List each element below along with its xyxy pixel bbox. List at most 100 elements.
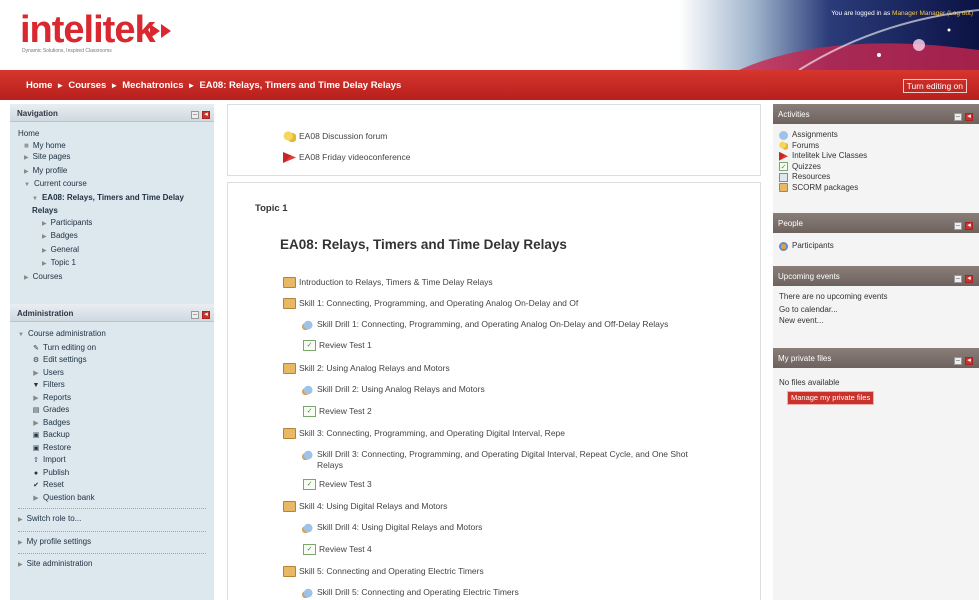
course-administration[interactable]: Course administration [28,329,106,338]
admin-restore[interactable]: Restore [43,443,71,452]
admin-filters[interactable]: Filters [43,380,65,389]
collapse-arrow-icon[interactable]: ▼ [18,332,24,338]
my-profile-settings[interactable]: My profile settings [27,537,91,546]
collapse-icon[interactable]: – [954,222,962,230]
activity-resources[interactable]: Resources [792,172,830,183]
dock-icon[interactable]: ◂ [202,111,210,119]
activity-assignments[interactable]: Assignments [792,130,838,141]
dock-icon[interactable]: ◂ [965,274,973,283]
nav-home[interactable]: Home [18,128,206,140]
activity-link[interactable]: Review Test 1 [319,340,372,350]
collapse-icon[interactable]: – [191,311,199,319]
activity-link[interactable]: Skill Drill 3: Connecting, Programming, … [317,449,701,471]
breadcrumb-home[interactable]: Home [26,80,52,91]
activity-link[interactable]: Review Test 4 [319,544,372,554]
video-link[interactable]: EA08 Friday videoconference [299,152,411,162]
activity-link[interactable]: Skill 5: Connecting and Operating Electr… [299,566,484,576]
activity-link[interactable]: Skill Drill 5: Connecting and Operating … [317,587,519,597]
admin-turn-editing-on[interactable]: Turn editing on [43,343,96,352]
nav-my-home[interactable]: My home [33,141,66,150]
admin-edit-settings[interactable]: Edit settings [43,355,87,364]
collapse-arrow-icon[interactable]: ▼ [32,196,38,202]
admin-backup[interactable]: Backup [43,430,70,439]
activity-link[interactable]: Skill Drill 2: Using Analog Relays and M… [317,384,485,394]
activity-item[interactable]: Skill Drill 3: Connecting, Programming, … [301,449,701,471]
user-link[interactable]: Manager Manager [892,10,945,17]
expand-arrow-icon[interactable]: ▶ [18,562,23,568]
expand-arrow-icon[interactable]: ▶ [24,169,29,175]
dock-icon[interactable]: ◂ [965,222,973,230]
expand-arrow-icon[interactable]: ▶ [24,275,29,281]
activity-scorm[interactable]: SCORM packages [792,183,858,194]
dock-icon[interactable]: ◂ [965,113,973,121]
activity-link[interactable]: Skill 4: Using Digital Relays and Motors [299,501,447,511]
activity-item[interactable]: Skill 1: Connecting, Programming, and Op… [283,298,578,309]
activity-item[interactable]: Skill 4: Using Digital Relays and Motors [283,501,447,512]
activity-item[interactable]: Review Test 1 [303,340,372,351]
activity-item[interactable]: Introduction to Relays, Timers & Time De… [283,277,493,288]
activity-link[interactable]: Skill Drill 4: Using Digital Relays and … [317,522,482,532]
activity-item[interactable]: Review Test 3 [303,479,372,490]
activity-link[interactable]: Skill 2: Using Analog Relays and Motors [299,363,450,373]
admin-badges[interactable]: Badges [43,418,70,427]
admin-import[interactable]: Import [43,455,66,464]
nav-site-pages[interactable]: Site pages [33,152,71,161]
admin-grades[interactable]: Grades [43,405,69,414]
activity-link[interactable]: Introduction to Relays, Timers & Time De… [299,277,493,287]
activity-item[interactable]: Skill 5: Connecting and Operating Electr… [283,566,484,577]
activity-link[interactable]: Skill 3: Connecting, Programming, and Op… [299,428,565,438]
activity-item[interactable]: Skill Drill 4: Using Digital Relays and … [301,522,482,533]
expand-arrow-icon[interactable]: ▶ [18,517,23,523]
expand-arrow-icon[interactable]: ▶ [32,368,40,380]
nav-my-profile[interactable]: My profile [33,166,68,175]
expand-arrow-icon[interactable]: ▶ [32,418,40,430]
breadcrumb-courses[interactable]: Courses [68,80,106,91]
nav-current-course[interactable]: Current course [34,179,87,188]
people-participants[interactable]: Participants [792,241,834,252]
expand-arrow-icon[interactable]: ▶ [32,493,40,505]
activity-item[interactable]: Skill Drill 1: Connecting, Programming, … [301,319,721,330]
site-administration[interactable]: Site administration [27,559,93,568]
site-logo[interactable]: intelitek Dynamic Solutions, Inspired Cl… [20,10,171,54]
dock-icon[interactable]: ◂ [202,311,210,319]
activity-item[interactable]: Skill Drill 2: Using Analog Relays and M… [301,384,485,395]
expand-arrow-icon[interactable]: ▶ [42,248,47,254]
switch-role[interactable]: Switch role to... [27,514,82,523]
collapse-icon[interactable]: – [954,113,962,121]
activity-link[interactable]: Skill Drill 1: Connecting, Programming, … [317,319,668,329]
video-activity[interactable]: EA08 Friday videoconference [283,152,411,163]
activity-item[interactable]: Skill 3: Connecting, Programming, and Op… [283,428,565,439]
expand-arrow-icon[interactable]: ▶ [42,234,47,240]
activity-link[interactable]: Review Test 2 [319,406,372,416]
activity-item[interactable]: Review Test 4 [303,544,372,555]
nav-course[interactable]: EA08: Relays, Timers and Time Delay Rela… [32,193,184,216]
collapse-icon[interactable]: – [954,357,962,365]
collapse-icon[interactable]: – [954,274,962,283]
turn-editing-on-button[interactable]: Turn editing on [902,79,967,93]
activity-live-classes[interactable]: Intelitek Live Classes [792,151,867,162]
nav-general[interactable]: General [51,245,79,254]
activity-link[interactable]: Review Test 3 [319,479,372,489]
collapse-icon[interactable]: – [191,111,199,119]
activity-item[interactable]: Skill 2: Using Analog Relays and Motors [283,363,450,374]
activity-link[interactable]: Skill 1: Connecting, Programming, and Op… [299,298,578,308]
nav-participants[interactable]: Participants [51,218,93,227]
breadcrumb-mechatronics[interactable]: Mechatronics [122,80,183,91]
nav-badges[interactable]: Badges [51,231,78,240]
logout-link[interactable]: (Log out) [947,10,973,17]
expand-arrow-icon[interactable]: ▶ [18,540,23,546]
admin-publish[interactable]: Publish [43,468,69,477]
forum-activity[interactable]: EA08 Discussion forum [283,131,387,142]
nav-courses[interactable]: Courses [33,272,63,281]
admin-reset[interactable]: Reset [43,480,64,489]
expand-arrow-icon[interactable]: ▶ [32,393,40,405]
go-to-calendar-link[interactable]: Go to calendar... [779,305,973,316]
expand-arrow-icon[interactable]: ▶ [42,221,47,227]
nav-topic1[interactable]: Topic 1 [51,258,76,267]
collapse-arrow-icon[interactable]: ▼ [24,182,30,188]
expand-arrow-icon[interactable]: ▶ [42,261,47,267]
activity-item[interactable]: Review Test 2 [303,406,372,417]
expand-arrow-icon[interactable]: ▶ [24,155,29,161]
new-event-link[interactable]: New event... [779,316,973,327]
admin-question-bank[interactable]: Question bank [43,493,95,502]
